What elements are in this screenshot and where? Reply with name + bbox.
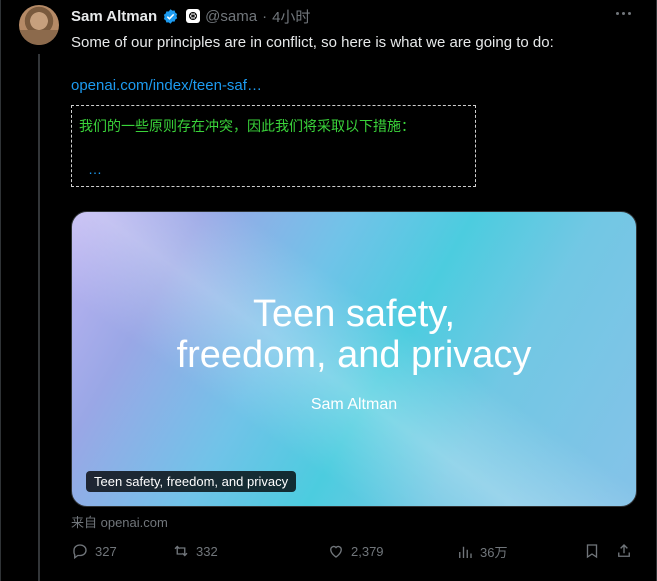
left-border — [0, 0, 1, 581]
share-icon — [618, 544, 630, 557]
card-title-line1: Teen safety, — [252, 293, 456, 335]
repost-icon — [174, 545, 188, 557]
author-handle[interactable]: @sama — [205, 8, 257, 25]
reply-count: 327 — [95, 543, 117, 559]
like-button[interactable]: 2,379 — [327, 542, 384, 560]
reply-icon — [73, 544, 87, 560]
card-title: Teen safety, freedom, and privacy — [72, 294, 636, 376]
link-preview-card[interactable]: Teen safety, freedom, and privacy Sam Al… — [71, 211, 637, 507]
bookmark-icon — [586, 544, 598, 559]
card-author: Sam Altman — [310, 396, 398, 413]
card-source[interactable]: 来自 openai.com — [71, 512, 168, 531]
views-count: 36万 — [480, 545, 508, 560]
translation-more-link[interactable]: … — [88, 161, 102, 177]
bookmark-button[interactable] — [583, 542, 601, 560]
post-header: Sam Altman @sama · 4小时 — [71, 6, 310, 26]
repost-button[interactable]: 332 — [172, 542, 218, 560]
card-caption: Teen safety, freedom, and privacy — [86, 471, 297, 492]
more-icon[interactable] — [616, 12, 634, 18]
reply-button[interactable]: 327 — [71, 542, 117, 560]
views-icon — [459, 546, 472, 558]
article-link[interactable]: openai.com/index/teen-saf… — [71, 77, 262, 94]
action-bar: 327 332 2,379 36万 — [71, 542, 635, 564]
separator-dot: · — [262, 7, 268, 25]
openai-logo-icon[interactable] — [186, 9, 201, 23]
translation-box: 我们的一些原则存在冲突，因此我们将采取以下措施： … — [71, 105, 476, 187]
author-name[interactable]: Sam Altman — [71, 8, 157, 25]
verified-badge-icon[interactable] — [162, 8, 179, 25]
heart-icon — [330, 545, 342, 558]
share-button[interactable] — [615, 542, 633, 560]
avatar[interactable] — [19, 5, 59, 45]
like-count: 2,379 — [351, 543, 384, 559]
card-title-line2: freedom, and privacy — [176, 334, 532, 376]
views-button[interactable]: 36万 — [456, 542, 507, 561]
post-text: Some of our principles are in conflict, … — [71, 34, 554, 51]
repost-count: 332 — [196, 543, 218, 559]
post-time[interactable]: 4小时 — [272, 6, 310, 27]
thread-line — [38, 54, 40, 581]
translation-text: 我们的一些原则存在冲突，因此我们将采取以下措施： — [79, 118, 415, 134]
